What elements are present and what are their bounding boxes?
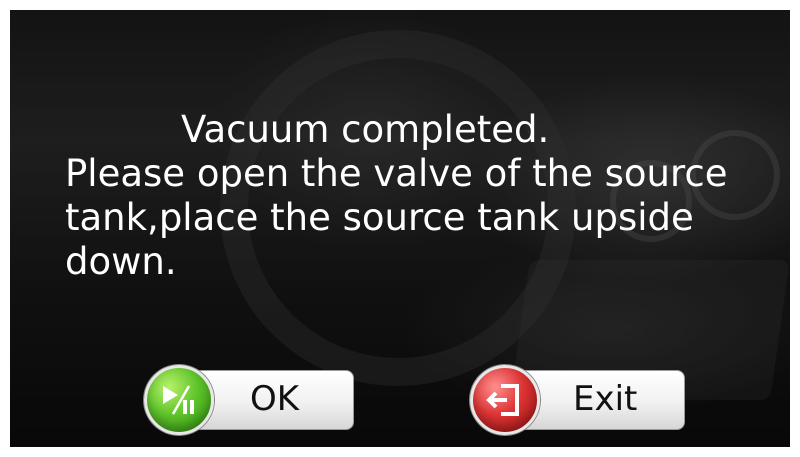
- message-line: Please open the valve of the source: [65, 152, 728, 195]
- exit-door-icon[interactable]: [470, 365, 540, 435]
- message-line: down.: [65, 240, 177, 283]
- dialog-screen: Vacuum completed. Please open the valve …: [10, 10, 790, 447]
- exit-button[interactable]: Exit: [470, 365, 685, 435]
- message-line: Vacuum completed.: [181, 108, 550, 151]
- message-line: tank,place the source tank upside: [65, 196, 694, 239]
- dialog-message: Vacuum completed. Please open the valve …: [65, 108, 785, 284]
- exit-button-label: Exit: [573, 379, 638, 419]
- play-pause-icon[interactable]: [144, 365, 214, 435]
- ok-button-label: OK: [250, 379, 300, 419]
- ok-button[interactable]: OK: [144, 365, 354, 435]
